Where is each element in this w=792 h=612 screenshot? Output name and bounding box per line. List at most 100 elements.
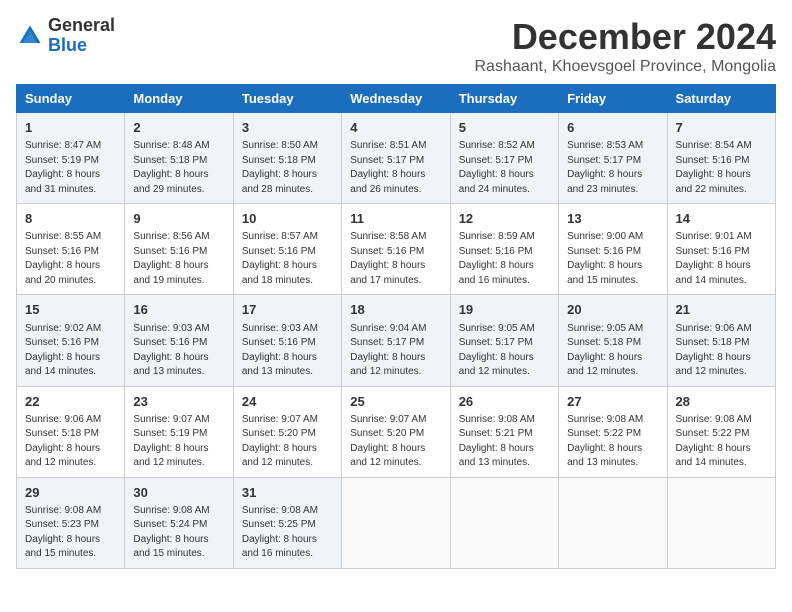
day-number: 13 — [567, 210, 658, 228]
day-number: 5 — [459, 119, 550, 137]
day-number: 26 — [459, 393, 550, 411]
day-cell: 20Sunrise: 9:05 AM Sunset: 5:18 PM Dayli… — [559, 295, 667, 386]
day-number: 4 — [350, 119, 441, 137]
title-section: December 2024 Rashaant, Khoevsgoel Provi… — [474, 16, 776, 76]
logo-blue: Blue — [48, 35, 87, 55]
day-number: 23 — [133, 393, 224, 411]
day-number: 28 — [676, 393, 767, 411]
day-cell: 13 Sunrise: 9:00 AM Sunset: 5:16 PM Dayli… — [559, 204, 667, 295]
calendar-body: 1Sunrise: 8:47 AM Sunset: 5:19 PM Daylig… — [17, 113, 776, 569]
calendar-table: SundayMondayTuesdayWednesdayThursdayFrid… — [16, 84, 776, 569]
day-cell: 18 Sunrise: 9:04 AM Sunset: 5:17 PM Dayli… — [342, 295, 450, 386]
header-cell-wednesday: Wednesday — [342, 85, 450, 113]
day-info: Sunrise: 8:48 AM Sunset: 5:18 PM Dayligh… — [133, 139, 224, 197]
subtitle: Rashaant, Khoevsgoel Province, Mongolia — [474, 58, 776, 76]
day-number: 30 — [133, 484, 224, 502]
day-info: Sunrise: 9:08 AM Sunset: 5:22 PM Dayligh… — [676, 413, 767, 471]
day-info: Sunrise: 9:07 AM Sunset: 5:20 PM Dayligh… — [242, 413, 333, 471]
day-info: Sunrise: 8:54 AM Sunset: 5:16 PM Dayligh… — [676, 139, 767, 197]
day-cell: 24 Sunrise: 9:07 AM Sunset: 5:20 PM Dayli… — [233, 386, 341, 477]
logo-text: General Blue — [48, 16, 115, 56]
logo-icon — [16, 22, 44, 50]
header-cell-monday: Monday — [125, 85, 233, 113]
day-info: Sunrise: 8:53 AM Sunset: 5:17 PM Dayligh… — [567, 139, 658, 197]
day-number: 25 — [350, 393, 441, 411]
day-cell: 6 Sunrise: 8:53 AM Sunset: 5:17 PM Daylig… — [559, 113, 667, 204]
day-info: Sunrise: 9:07 AM Sunset: 5:19 PM Dayligh… — [133, 413, 224, 471]
day-cell — [559, 477, 667, 568]
day-cell: 30 Sunrise: 9:08 AM Sunset: 5:24 PM Dayli… — [125, 477, 233, 568]
day-number: 12 — [459, 210, 550, 228]
day-info: Sunrise: 9:08 AM Sunset: 5:24 PM Dayligh… — [133, 504, 224, 562]
day-cell: 28 Sunrise: 9:08 AM Sunset: 5:22 PM Dayli… — [667, 386, 775, 477]
day-number: 16 — [133, 301, 224, 319]
day-cell: 14 Sunrise: 9:01 AM Sunset: 5:16 PM Dayli… — [667, 204, 775, 295]
week-row-3: 15Sunrise: 9:02 AM Sunset: 5:16 PM Dayli… — [17, 295, 776, 386]
day-info: Sunrise: 9:00 AM Sunset: 5:16 PM Dayligh… — [567, 230, 658, 288]
day-cell: 26Sunrise: 9:08 AM Sunset: 5:21 PM Dayli… — [450, 386, 558, 477]
day-info: Sunrise: 8:58 AM Sunset: 5:16 PM Dayligh… — [350, 230, 441, 288]
calendar-header: SundayMondayTuesdayWednesdayThursdayFrid… — [17, 85, 776, 113]
day-cell: 15Sunrise: 9:02 AM Sunset: 5:16 PM Dayli… — [17, 295, 125, 386]
day-info: Sunrise: 9:04 AM Sunset: 5:17 PM Dayligh… — [350, 322, 441, 380]
day-cell: 27 Sunrise: 9:08 AM Sunset: 5:22 PM Dayli… — [559, 386, 667, 477]
day-number: 31 — [242, 484, 333, 502]
day-cell: 25 Sunrise: 9:07 AM Sunset: 5:20 PM Dayli… — [342, 386, 450, 477]
day-info: Sunrise: 8:51 AM Sunset: 5:17 PM Dayligh… — [350, 139, 441, 197]
logo-general: General — [48, 15, 115, 35]
header-cell-friday: Friday — [559, 85, 667, 113]
week-row-4: 22Sunrise: 9:06 AM Sunset: 5:18 PM Dayli… — [17, 386, 776, 477]
day-info: Sunrise: 9:02 AM Sunset: 5:16 PM Dayligh… — [25, 322, 116, 380]
day-cell — [450, 477, 558, 568]
day-number: 21 — [676, 301, 767, 319]
day-number: 2 — [133, 119, 224, 137]
day-number: 3 — [242, 119, 333, 137]
header-cell-tuesday: Tuesday — [233, 85, 341, 113]
header-cell-saturday: Saturday — [667, 85, 775, 113]
day-info: Sunrise: 9:03 AM Sunset: 5:16 PM Dayligh… — [133, 322, 224, 380]
day-info: Sunrise: 9:07 AM Sunset: 5:20 PM Dayligh… — [350, 413, 441, 471]
day-info: Sunrise: 9:01 AM Sunset: 5:16 PM Dayligh… — [676, 230, 767, 288]
day-number: 27 — [567, 393, 658, 411]
day-cell: 3 Sunrise: 8:50 AM Sunset: 5:18 PM Daylig… — [233, 113, 341, 204]
day-info: Sunrise: 9:08 AM Sunset: 5:22 PM Dayligh… — [567, 413, 658, 471]
day-number: 17 — [242, 301, 333, 319]
day-info: Sunrise: 8:55 AM Sunset: 5:16 PM Dayligh… — [25, 230, 116, 288]
day-cell: 7 Sunrise: 8:54 AM Sunset: 5:16 PM Daylig… — [667, 113, 775, 204]
day-cell: 8 Sunrise: 8:55 AM Sunset: 5:16 PM Daylig… — [17, 204, 125, 295]
header-cell-sunday: Sunday — [17, 85, 125, 113]
day-number: 9 — [133, 210, 224, 228]
day-number: 11 — [350, 210, 441, 228]
day-cell: 5 Sunrise: 8:52 AM Sunset: 5:17 PM Daylig… — [450, 113, 558, 204]
day-info: Sunrise: 9:05 AM Sunset: 5:17 PM Dayligh… — [459, 322, 550, 380]
day-info: Sunrise: 9:08 AM Sunset: 5:25 PM Dayligh… — [242, 504, 333, 562]
day-number: 18 — [350, 301, 441, 319]
day-number: 6 — [567, 119, 658, 137]
day-number: 22 — [25, 393, 116, 411]
day-info: Sunrise: 8:52 AM Sunset: 5:17 PM Dayligh… — [459, 139, 550, 197]
day-cell: 22Sunrise: 9:06 AM Sunset: 5:18 PM Dayli… — [17, 386, 125, 477]
day-number: 8 — [25, 210, 116, 228]
day-number: 7 — [676, 119, 767, 137]
day-cell — [667, 477, 775, 568]
day-cell: 9Sunrise: 8:56 AM Sunset: 5:16 PM Daylig… — [125, 204, 233, 295]
page-header: General Blue December 2024 Rashaant, Kho… — [16, 16, 776, 76]
day-info: Sunrise: 8:59 AM Sunset: 5:16 PM Dayligh… — [459, 230, 550, 288]
day-info: Sunrise: 9:03 AM Sunset: 5:16 PM Dayligh… — [242, 322, 333, 380]
day-cell: 16 Sunrise: 9:03 AM Sunset: 5:16 PM Dayli… — [125, 295, 233, 386]
day-number: 1 — [25, 119, 116, 137]
day-info: Sunrise: 9:06 AM Sunset: 5:18 PM Dayligh… — [676, 322, 767, 380]
day-cell: 4 Sunrise: 8:51 AM Sunset: 5:17 PM Daylig… — [342, 113, 450, 204]
day-number: 14 — [676, 210, 767, 228]
header-cell-thursday: Thursday — [450, 85, 558, 113]
day-number: 19 — [459, 301, 550, 319]
day-info: Sunrise: 8:57 AM Sunset: 5:16 PM Dayligh… — [242, 230, 333, 288]
day-number: 24 — [242, 393, 333, 411]
day-cell: 21 Sunrise: 9:06 AM Sunset: 5:18 PM Dayli… — [667, 295, 775, 386]
day-cell: 12 Sunrise: 8:59 AM Sunset: 5:16 PM Dayli… — [450, 204, 558, 295]
day-cell: 29Sunrise: 9:08 AM Sunset: 5:23 PM Dayli… — [17, 477, 125, 568]
day-cell: 10Sunrise: 8:57 AM Sunset: 5:16 PM Dayli… — [233, 204, 341, 295]
week-row-1: 1Sunrise: 8:47 AM Sunset: 5:19 PM Daylig… — [17, 113, 776, 204]
day-cell: 23 Sunrise: 9:07 AM Sunset: 5:19 PM Dayli… — [125, 386, 233, 477]
day-info: Sunrise: 8:50 AM Sunset: 5:18 PM Dayligh… — [242, 139, 333, 197]
